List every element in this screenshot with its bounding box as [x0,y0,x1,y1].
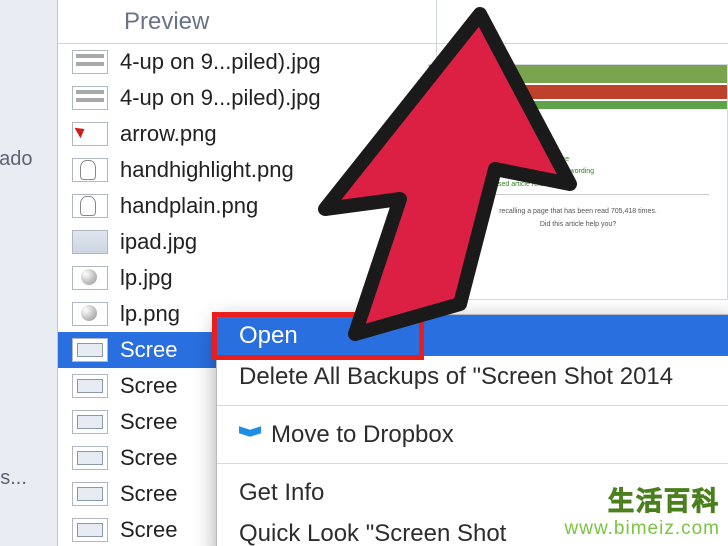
quicklook-preview: sample search results line one another g… [428,64,728,300]
file-thumbnail-icon [72,122,108,146]
file-name: lp.jpg [120,265,173,291]
file-name: 4-up on 9...piled).jpg [120,49,321,75]
section-title: Preview [124,8,209,36]
watermark: 生活百科 www.bimeiz.com [565,481,720,540]
file-row[interactable]: 4-up on 9...piled).jpg [58,44,436,80]
file-name: Scree [120,337,177,363]
file-name: handhighlight.png [120,157,294,183]
preview-divider [447,194,709,202]
file-thumbnail-icon [72,482,108,506]
file-name: Scree [120,481,177,507]
sidebar-label-2[interactable]: ries... [0,467,27,490]
file-row[interactable]: arrow.png [58,116,436,152]
menu-item-label: Delete All Backups of "Screen Shot 2014 [239,363,673,391]
watermark-text: 生活百科 [565,481,720,518]
file-row[interactable]: ipad.jpg [58,224,436,260]
preview-line: another green link style line of text he… [447,155,709,166]
menu-item-open[interactable]: Open [217,315,728,356]
file-thumbnail-icon [72,266,108,290]
file-name: Scree [120,373,177,399]
file-name: Scree [120,445,177,471]
file-thumbnail-icon [72,338,108,362]
watermark-url: www.bimeiz.com [565,518,720,540]
file-thumbnail-icon [72,158,108,182]
file-thumbnail-icon [72,86,108,110]
file-row[interactable]: lp.jpg [58,260,436,296]
preview-chrome-bar [429,65,727,83]
preview-footnote: recalling a page that has been read 705,… [439,208,717,215]
file-thumbnail-icon [72,446,108,470]
sidebar-label-1[interactable]: sgado [0,148,33,171]
file-thumbnail-icon [72,410,108,434]
file-row[interactable]: handhighlight.png [58,152,436,188]
menu-separator [217,463,728,464]
finder-sidebar: sgado ries... [0,0,58,546]
file-row[interactable]: 4-up on 9...piled).jpg [58,80,436,116]
file-thumbnail-icon [72,194,108,218]
list-section-header: Preview [58,0,728,44]
file-thumbnail-icon [72,518,108,542]
menu-item-label: Get Info [239,479,324,507]
file-thumbnail-icon [72,302,108,326]
preview-line: sample search results line one [447,142,709,153]
file-name: arrow.png [120,121,217,147]
preview-subbar [429,101,727,109]
preview-toolbar [429,85,727,99]
file-name: Scree [120,409,177,435]
file-name: handplain.png [120,193,258,219]
file-name: Scree [120,517,177,543]
menu-item-label: Open [239,322,298,350]
file-name: lp.png [120,301,180,327]
menu-separator [217,405,728,406]
preview-footnote: Did this article help you? [439,221,717,228]
file-thumbnail-icon [72,230,108,254]
file-name: 4-up on 9...piled).jpg [120,85,321,111]
file-thumbnail-icon [72,50,108,74]
menu-item-delete-backups[interactable]: Delete All Backups of "Screen Shot 2014 [217,356,728,397]
preview-line: result entry with common encyclopedia wo… [447,167,709,178]
file-name: ipad.jpg [120,229,197,255]
preview-line: frequently accessed article reference li… [447,180,709,191]
file-row[interactable]: handplain.png [58,188,436,224]
dropbox-icon [239,424,261,446]
menu-item-label: Quick Look "Screen Shot [239,520,506,546]
preview-heading [447,131,709,140]
menu-item-move-to-dropbox[interactable]: Move to Dropbox [217,414,728,455]
file-thumbnail-icon [72,374,108,398]
menu-item-label: Move to Dropbox [271,421,454,449]
preview-body: sample search results line one another g… [439,127,717,289]
